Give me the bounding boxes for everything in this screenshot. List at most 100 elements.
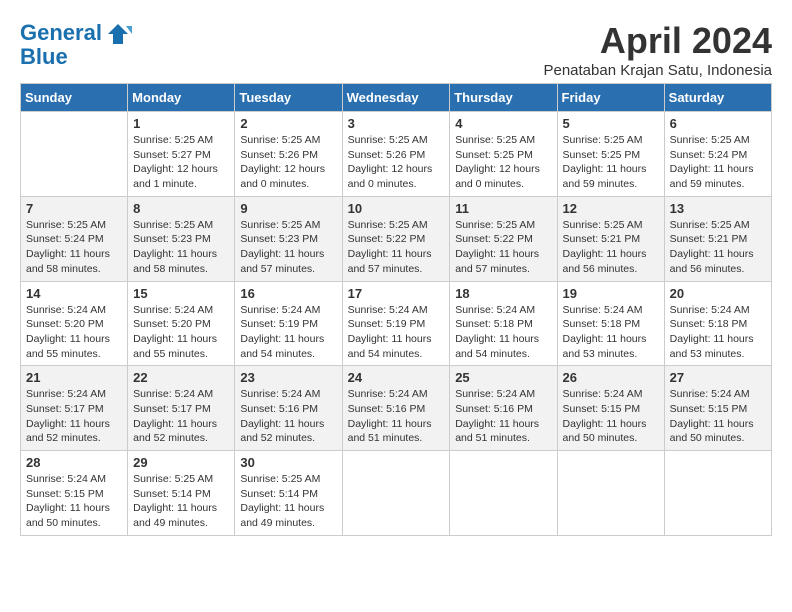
- day-info: Sunrise: 5:25 AMSunset: 5:25 PMDaylight:…: [563, 133, 659, 192]
- calendar-cell: [450, 451, 557, 536]
- day-info: Sunrise: 5:25 AMSunset: 5:27 PMDaylight:…: [133, 133, 229, 192]
- calendar-cell: 20 Sunrise: 5:24 AMSunset: 5:18 PMDayligh…: [664, 281, 771, 366]
- day-info: Sunrise: 5:25 AMSunset: 5:26 PMDaylight:…: [348, 133, 445, 192]
- day-info: Sunrise: 5:24 AMSunset: 5:20 PMDaylight:…: [133, 303, 229, 362]
- day-info: Sunrise: 5:25 AMSunset: 5:22 PMDaylight:…: [348, 218, 445, 277]
- day-info: Sunrise: 5:24 AMSunset: 5:18 PMDaylight:…: [455, 303, 551, 362]
- calendar-cell: [342, 451, 450, 536]
- calendar-cell: 3Sunrise: 5:25 AMSunset: 5:26 PMDaylight…: [342, 112, 450, 197]
- day-number: 1: [133, 116, 229, 131]
- day-info: Sunrise: 5:25 AMSunset: 5:21 PMDaylight:…: [563, 218, 659, 277]
- calendar-cell: 9Sunrise: 5:25 AMSunset: 5:23 PMDaylight…: [235, 196, 342, 281]
- calendar-cell: [21, 112, 128, 197]
- day-info: Sunrise: 5:24 AMSunset: 5:15 PMDaylight:…: [563, 387, 659, 446]
- day-number: 11: [455, 201, 551, 216]
- day-number: 22: [133, 370, 229, 385]
- day-of-week-header: Tuesday: [235, 84, 342, 112]
- calendar-cell: 12 Sunrise: 5:25 AMSunset: 5:21 PMDayligh…: [557, 196, 664, 281]
- calendar-cell: 19 Sunrise: 5:24 AMSunset: 5:18 PMDayligh…: [557, 281, 664, 366]
- day-number: 16: [240, 286, 336, 301]
- day-info: Sunrise: 5:24 AMSunset: 5:19 PMDaylight:…: [240, 303, 336, 362]
- day-info: Sunrise: 5:24 AMSunset: 5:17 PMDaylight:…: [133, 387, 229, 446]
- calendar-cell: 22 Sunrise: 5:24 AMSunset: 5:17 PMDayligh…: [128, 366, 235, 451]
- day-number: 13: [670, 201, 766, 216]
- day-info: Sunrise: 5:25 AMSunset: 5:24 PMDaylight:…: [26, 218, 122, 277]
- day-number: 8: [133, 201, 229, 216]
- calendar-week-row: 28Sunrise: 5:24 AMSunset: 5:15 PMDayligh…: [21, 451, 772, 536]
- day-info: Sunrise: 5:24 AMSunset: 5:18 PMDaylight:…: [563, 303, 659, 362]
- calendar-cell: 29 Sunrise: 5:25 AMSunset: 5:14 PMDayligh…: [128, 451, 235, 536]
- calendar-cell: 28Sunrise: 5:24 AMSunset: 5:15 PMDayligh…: [21, 451, 128, 536]
- calendar-cell: 8 Sunrise: 5:25 AMSunset: 5:23 PMDaylight…: [128, 196, 235, 281]
- day-info: Sunrise: 5:25 AMSunset: 5:23 PMDaylight:…: [133, 218, 229, 277]
- day-info: Sunrise: 5:25 AMSunset: 5:26 PMDaylight:…: [240, 133, 336, 192]
- day-number: 5: [563, 116, 659, 131]
- calendar-cell: 27 Sunrise: 5:24 AMSunset: 5:15 PMDayligh…: [664, 366, 771, 451]
- calendar-cell: 11 Sunrise: 5:25 AMSunset: 5:22 PMDayligh…: [450, 196, 557, 281]
- calendar-cell: [664, 451, 771, 536]
- day-number: 28: [26, 455, 122, 470]
- day-number: 6: [670, 116, 766, 131]
- day-info: Sunrise: 5:25 AMSunset: 5:23 PMDaylight:…: [240, 218, 336, 277]
- day-number: 17: [348, 286, 445, 301]
- day-info: Sunrise: 5:25 AMSunset: 5:14 PMDaylight:…: [240, 472, 336, 531]
- day-number: 18: [455, 286, 551, 301]
- day-number: 30: [240, 455, 336, 470]
- calendar-cell: 6Sunrise: 5:25 AMSunset: 5:24 PMDaylight…: [664, 112, 771, 197]
- day-number: 26: [563, 370, 659, 385]
- day-of-week-header: Monday: [128, 84, 235, 112]
- day-number: 14: [26, 286, 122, 301]
- calendar-cell: 14 Sunrise: 5:24 AMSunset: 5:20 PMDayligh…: [21, 281, 128, 366]
- day-info: Sunrise: 5:24 AMSunset: 5:15 PMDaylight:…: [670, 387, 766, 446]
- day-info: Sunrise: 5:24 AMSunset: 5:16 PMDaylight:…: [455, 387, 551, 446]
- day-info: Sunrise: 5:25 AMSunset: 5:14 PMDaylight:…: [133, 472, 229, 531]
- day-info: Sunrise: 5:24 AMSunset: 5:16 PMDaylight:…: [348, 387, 445, 446]
- logo-icon: [104, 20, 132, 48]
- calendar-cell: 1 Sunrise: 5:25 AMSunset: 5:27 PMDaylight…: [128, 112, 235, 197]
- day-number: 25: [455, 370, 551, 385]
- calendar-cell: 21 Sunrise: 5:24 AMSunset: 5:17 PMDayligh…: [21, 366, 128, 451]
- calendar-cell: 5 Sunrise: 5:25 AMSunset: 5:25 PMDaylight…: [557, 112, 664, 197]
- calendar-week-row: 1 Sunrise: 5:25 AMSunset: 5:27 PMDaylight…: [21, 112, 772, 197]
- day-info: Sunrise: 5:24 AMSunset: 5:16 PMDaylight:…: [240, 387, 336, 446]
- calendar-cell: 15Sunrise: 5:24 AMSunset: 5:20 PMDayligh…: [128, 281, 235, 366]
- calendar-cell: 18 Sunrise: 5:24 AMSunset: 5:18 PMDayligh…: [450, 281, 557, 366]
- day-number: 23: [240, 370, 336, 385]
- calendar-cell: 24 Sunrise: 5:24 AMSunset: 5:16 PMDayligh…: [342, 366, 450, 451]
- calendar-cell: 10Sunrise: 5:25 AMSunset: 5:22 PMDayligh…: [342, 196, 450, 281]
- calendar-cell: 13 Sunrise: 5:25 AMSunset: 5:21 PMDayligh…: [664, 196, 771, 281]
- day-number: 21: [26, 370, 122, 385]
- day-number: 4: [455, 116, 551, 131]
- day-number: 12: [563, 201, 659, 216]
- calendar-cell: 17 Sunrise: 5:24 AMSunset: 5:19 PMDayligh…: [342, 281, 450, 366]
- day-number: 20: [670, 286, 766, 301]
- calendar-cell: 4Sunrise: 5:25 AMSunset: 5:25 PMDaylight…: [450, 112, 557, 197]
- day-number: 19: [563, 286, 659, 301]
- day-info: Sunrise: 5:24 AMSunset: 5:18 PMDaylight:…: [670, 303, 766, 362]
- calendar-cell: 23 Sunrise: 5:24 AMSunset: 5:16 PMDayligh…: [235, 366, 342, 451]
- day-number: 29: [133, 455, 229, 470]
- day-info: Sunrise: 5:24 AMSunset: 5:20 PMDaylight:…: [26, 303, 122, 362]
- day-info: Sunrise: 5:25 AMSunset: 5:22 PMDaylight:…: [455, 218, 551, 277]
- page-header: General Blue April 2024 Penataban Krajan…: [20, 20, 772, 79]
- day-info: Sunrise: 5:24 AMSunset: 5:19 PMDaylight:…: [348, 303, 445, 362]
- day-info: Sunrise: 5:24 AMSunset: 5:17 PMDaylight:…: [26, 387, 122, 446]
- day-of-week-header: Saturday: [664, 84, 771, 112]
- day-of-week-header: Wednesday: [342, 84, 450, 112]
- calendar-cell: 26 Sunrise: 5:24 AMSunset: 5:15 PMDayligh…: [557, 366, 664, 451]
- day-info: Sunrise: 5:25 AMSunset: 5:21 PMDaylight:…: [670, 218, 766, 277]
- day-number: 7: [26, 201, 122, 216]
- location-subtitle: Penataban Krajan Satu, Indonesia: [543, 62, 772, 79]
- day-number: 2: [240, 116, 336, 131]
- day-of-week-header: Friday: [557, 84, 664, 112]
- calendar-cell: 25 Sunrise: 5:24 AMSunset: 5:16 PMDayligh…: [450, 366, 557, 451]
- calendar-header-row: SundayMondayTuesdayWednesdayThursdayFrid…: [21, 84, 772, 112]
- calendar-cell: [557, 451, 664, 536]
- day-number: 24: [348, 370, 445, 385]
- calendar-cell: 16 Sunrise: 5:24 AMSunset: 5:19 PMDayligh…: [235, 281, 342, 366]
- calendar-cell: 7 Sunrise: 5:25 AMSunset: 5:24 PMDaylight…: [21, 196, 128, 281]
- day-number: 27: [670, 370, 766, 385]
- month-title: April 2024: [543, 20, 772, 62]
- calendar-table: SundayMondayTuesdayWednesdayThursdayFrid…: [20, 83, 772, 536]
- logo: General Blue: [20, 20, 134, 70]
